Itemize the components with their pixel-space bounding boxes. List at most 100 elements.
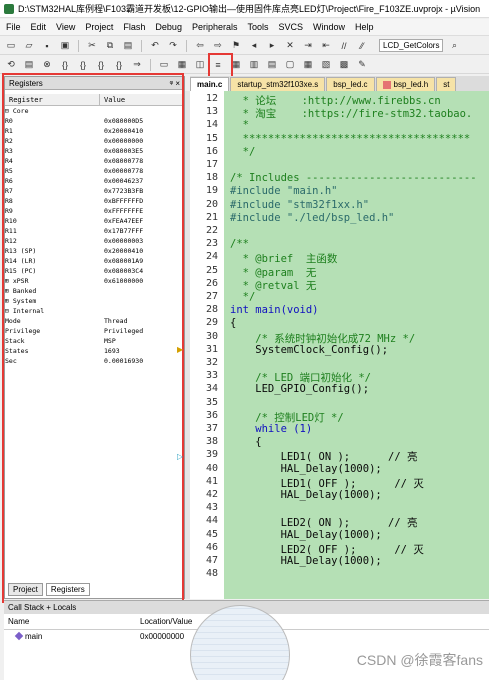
code-line[interactable]: 14 * [190, 119, 489, 132]
stop-icon[interactable]: ⊗ [40, 58, 54, 72]
code-line[interactable]: 47 HAL_Delay(1000); [190, 555, 489, 568]
nav-forward-icon[interactable]: ⇨ [211, 39, 225, 53]
show-next-statement-icon[interactable]: ⇒ [130, 58, 144, 72]
code-line[interactable]: 25 * @param 无 [190, 265, 489, 279]
register-row[interactable]: Sec 0.00016930 [5, 356, 184, 366]
run-icon[interactable]: ▤ [22, 58, 36, 72]
open-file-icon[interactable]: ▱ [22, 39, 36, 53]
unindent-icon[interactable]: ⇤ [319, 39, 333, 53]
code-line[interactable]: 35 [190, 397, 489, 410]
code-line[interactable]: 44 LED2( ON ); // 亮 [190, 515, 489, 529]
code-line[interactable]: 33 /* LED 端口初始化 */ [190, 370, 489, 384]
register-row[interactable]: Mode Thread [5, 316, 184, 326]
register-row[interactable]: ⊞ Banked [5, 286, 184, 296]
code-line[interactable]: 22 [190, 225, 489, 238]
menu-svcs[interactable]: SVCS [279, 22, 304, 32]
new-file-icon[interactable]: ▭ [4, 39, 18, 53]
column-value[interactable]: Value [100, 94, 125, 105]
redo-icon[interactable]: ↷ [166, 39, 180, 53]
nav-back-icon[interactable]: ⇦ [193, 39, 207, 53]
copy-icon[interactable]: ⧉ [103, 39, 117, 53]
code-line[interactable]: 45 HAL_Delay(1000); [190, 529, 489, 542]
save-icon[interactable]: ▪ [40, 39, 54, 53]
tab-main-c[interactable]: main.c [190, 77, 230, 91]
code-line[interactable]: 46 LED2( OFF ); // 灭 [190, 542, 489, 556]
tab-bsp-led-h[interactable]: bsp_led.h [375, 77, 436, 91]
code-line[interactable]: 28 int main(void) [190, 304, 489, 317]
code-line[interactable]: 16 */ [190, 146, 489, 159]
code-line[interactable]: 23 /** [190, 238, 489, 251]
code-line[interactable]: 29 { [190, 317, 489, 330]
pin-icon[interactable]: ᵠ [170, 79, 174, 88]
bookmark-icon[interactable]: ⚑ [229, 39, 243, 53]
tab-project[interactable]: Project [8, 583, 43, 596]
register-row[interactable]: R0 0x080000D5 [5, 116, 184, 126]
save-all-icon[interactable]: ▣ [58, 39, 72, 53]
code-line[interactable]: 12 * 论坛 :http://www.firebbs.cn [190, 93, 489, 107]
register-row[interactable]: ⊟ Internal [5, 306, 184, 316]
run-to-cursor-icon[interactable]: {} [112, 58, 126, 72]
trace-window-icon[interactable]: ▧ [319, 58, 333, 72]
find-icon[interactable]: ⌕ [447, 39, 461, 53]
code-line[interactable]: 15 ************************************ [190, 133, 489, 146]
register-row[interactable]: States 1693 [5, 346, 184, 356]
menu-edit[interactable]: Edit [31, 22, 47, 32]
code-line[interactable]: 32 [190, 357, 489, 370]
code-line[interactable]: 24 * @brief 主函数 [190, 251, 489, 265]
register-row[interactable]: R13 (SP) 0x20000410 [5, 246, 184, 256]
column-location[interactable]: Location/Value [140, 617, 192, 629]
menu-project[interactable]: Project [85, 22, 113, 32]
column-name[interactable]: Name [4, 617, 140, 629]
register-row[interactable]: Privilege Privileged [5, 326, 184, 336]
code-line[interactable]: 42 HAL_Delay(1000); [190, 489, 489, 502]
code-line[interactable]: 26 * @retval 无 [190, 278, 489, 292]
reset-icon[interactable]: ⟲ [4, 58, 18, 72]
toolbox-icon[interactable]: ✎ [355, 58, 369, 72]
comment-icon[interactable]: // [337, 39, 351, 53]
code-line[interactable]: 30 /* 系统时钟初始化成72 MHz */ [190, 331, 489, 345]
code-line[interactable]: 40 HAL_Delay(1000); [190, 463, 489, 476]
menu-window[interactable]: Window [313, 22, 345, 32]
code-line[interactable]: 17 [190, 159, 489, 172]
code-line[interactable]: 36 /* 控制LED灯 */ [190, 410, 489, 424]
code-line[interactable]: 37 while (1) [190, 423, 489, 436]
code-line[interactable]: 39 LED1( ON ); // 亮 [190, 449, 489, 463]
symbols-window-icon[interactable]: ◫ [193, 58, 207, 72]
step-into-icon[interactable]: {} [58, 58, 72, 72]
register-row[interactable]: R2 0x00000000 [5, 136, 184, 146]
register-row[interactable]: R1 0x20000410 [5, 126, 184, 136]
register-row[interactable]: R5 0x00000778 [5, 166, 184, 176]
indent-icon[interactable]: ⇥ [301, 39, 315, 53]
menu-debug[interactable]: Debug [155, 22, 182, 32]
menu-view[interactable]: View [56, 22, 75, 32]
code-line[interactable]: 43 [190, 502, 489, 515]
register-row[interactable]: ⊞ System [5, 296, 184, 306]
step-out-icon[interactable]: {} [94, 58, 108, 72]
code-line[interactable]: 34 LED_GPIO_Config(); [190, 383, 489, 396]
code-line[interactable]: 13 * 淘宝 :https://fire-stm32.taobao. [190, 106, 489, 120]
menu-peripherals[interactable]: Peripherals [192, 22, 238, 32]
register-row[interactable]: R10 0xFEA47EEF [5, 216, 184, 226]
disassembly-window-icon[interactable]: ▦ [175, 58, 189, 72]
menu-tools[interactable]: Tools [247, 22, 268, 32]
menu-flash[interactable]: Flash [123, 22, 145, 32]
menu-help[interactable]: Help [355, 22, 374, 32]
code-line[interactable]: 19 #include "main.h" [190, 185, 489, 198]
serial-window-icon[interactable]: ▢ [283, 58, 297, 72]
menu-file[interactable]: File [6, 22, 21, 32]
register-row[interactable]: Stack MSP [5, 336, 184, 346]
register-row[interactable]: ⊟ Core [5, 106, 184, 116]
code-editor[interactable]: 12 * 论坛 :http://www.firebbs.cn 13 * 淘宝 :h… [190, 91, 489, 599]
call-stack-window-icon[interactable]: ▦ [229, 58, 243, 72]
bookmark-clear-icon[interactable]: ✕ [283, 39, 297, 53]
register-row[interactable]: R4 0x08000778 [5, 156, 184, 166]
register-row[interactable]: ⊞ xPSR 0x61000000 [5, 276, 184, 286]
uncomment-icon[interactable]: ⁄⁄ [355, 39, 369, 53]
register-row[interactable]: R12 0x00000003 [5, 236, 184, 246]
system-viewer-icon[interactable]: ▩ [337, 58, 351, 72]
memory-window-icon[interactable]: ▤ [265, 58, 279, 72]
register-row[interactable]: R11 0x17B77FFF [5, 226, 184, 236]
cut-icon[interactable]: ✂ [85, 39, 99, 53]
register-row[interactable]: R15 (PC) 0x080003C4 [5, 266, 184, 276]
code-line[interactable]: 20 #include "stm32f1xx.h" [190, 199, 489, 212]
